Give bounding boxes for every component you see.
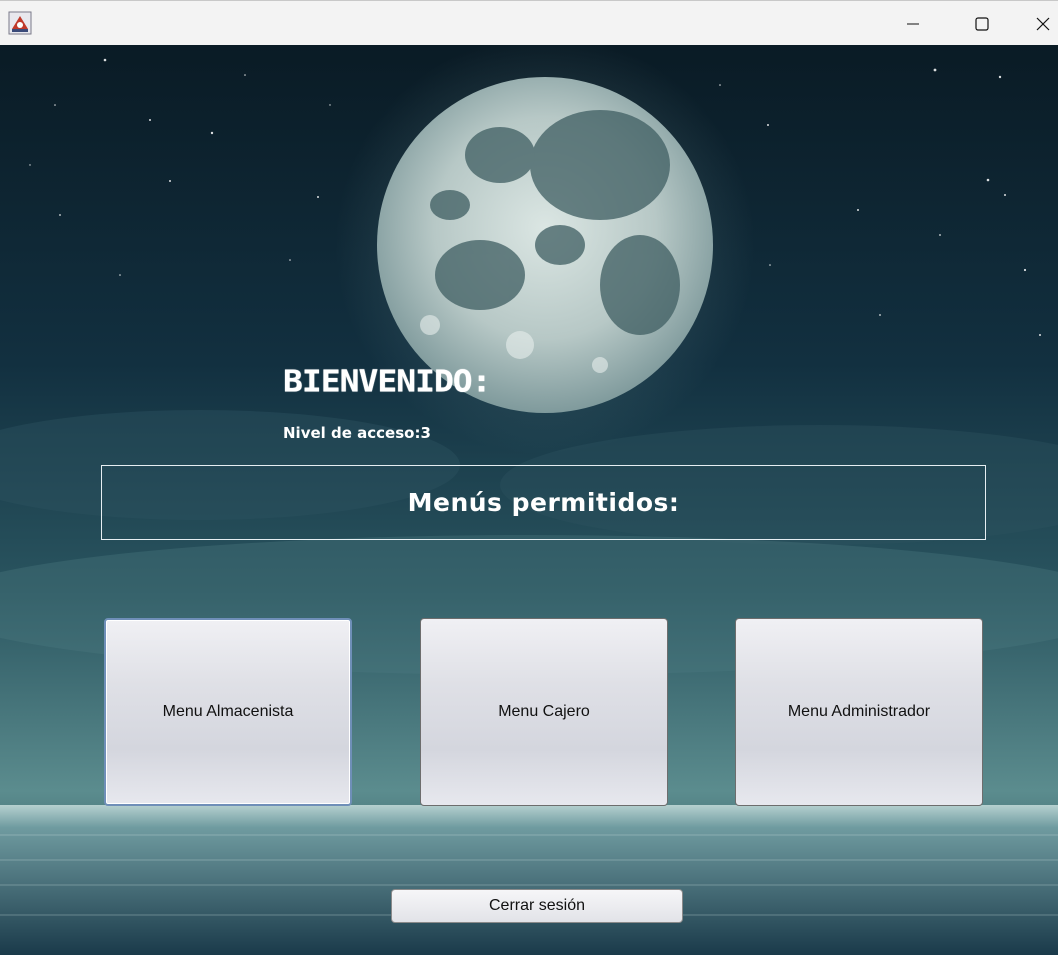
menu-almacenista-button[interactable]: Menu Almacenista — [104, 618, 352, 806]
close-icon[interactable] — [1028, 1, 1058, 46]
menu-administrador-button[interactable]: Menu Administrador — [735, 618, 983, 806]
allowed-menus-heading: Menús permitidos: — [407, 488, 680, 517]
welcome-title: BIENVENIDO: — [283, 363, 492, 399]
title-bar — [0, 0, 1058, 45]
minimize-icon[interactable] — [890, 1, 936, 46]
allowed-menus-panel: Menús permitidos: — [101, 465, 986, 540]
java-app-icon[interactable] — [8, 11, 32, 35]
maximize-icon[interactable] — [959, 1, 1005, 46]
menu-cajero-button[interactable]: Menu Cajero — [420, 618, 668, 806]
access-level-label: Nivel de acceso:3 — [283, 424, 431, 442]
logout-button[interactable]: Cerrar sesión — [391, 889, 683, 923]
main-panel: BIENVENIDO: Nivel de acceso:3 Menús perm… — [0, 45, 1058, 955]
